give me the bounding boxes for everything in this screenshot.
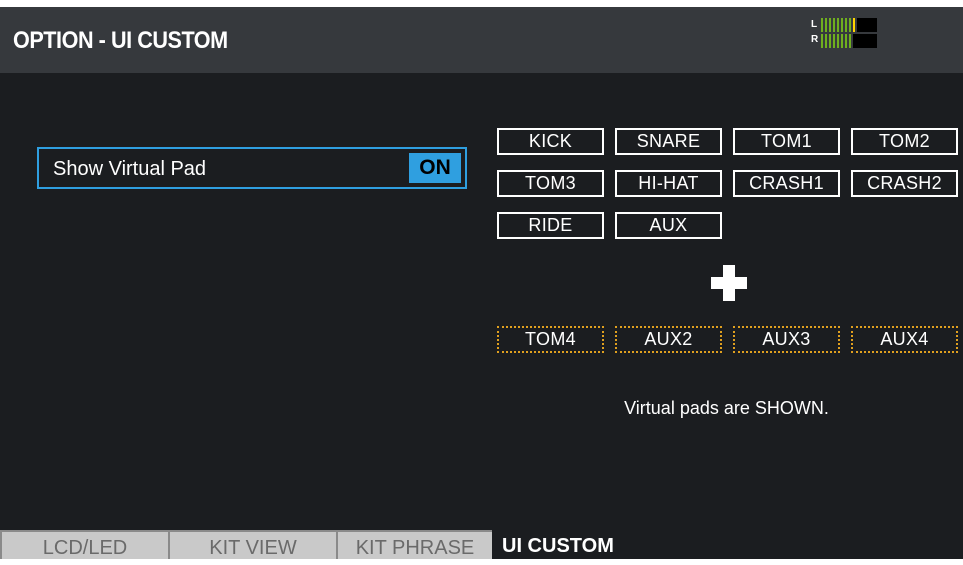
pad-kick: KICK	[497, 128, 604, 155]
tab-kit-view[interactable]: KIT VIEW	[168, 530, 336, 559]
tab-kit-phrase[interactable]: KIT PHRASE	[336, 530, 492, 559]
meter-segment	[825, 34, 827, 48]
pad-aux3: AUX3	[733, 326, 840, 353]
meter-unlit	[857, 18, 877, 32]
pad-crash2: CRASH2	[851, 170, 958, 197]
meter-segment	[853, 18, 855, 32]
show-virtual-pad-label: Show Virtual Pad	[53, 158, 207, 180]
meter-left-label: L	[811, 19, 818, 30]
pad-tom2: TOM2	[851, 128, 958, 155]
tab-bar: LCD/LED KIT VIEW KIT PHRASE UI CUSTOM	[0, 530, 963, 559]
status-message: Virtual pads are SHOWN.	[624, 398, 829, 418]
meter-segment	[821, 18, 823, 32]
level-meter-left	[821, 18, 877, 32]
pad-tom4: TOM4	[497, 326, 604, 353]
pad-aux4: AUX4	[851, 326, 958, 353]
meter-segment	[841, 34, 843, 48]
screen-background	[0, 7, 963, 559]
meter-segment	[845, 34, 847, 48]
meter-segment	[849, 18, 851, 32]
title-bar: OPTION - UI CUSTOM L R	[0, 7, 963, 73]
meter-segment	[829, 18, 831, 32]
tab-lcd-led[interactable]: LCD/LED	[0, 530, 168, 559]
meter-segment	[837, 18, 839, 32]
pad-tom1: TOM1	[733, 128, 840, 155]
meter-segment	[825, 18, 827, 32]
pad-aux2: AUX2	[615, 326, 722, 353]
pad-aux: AUX	[615, 212, 722, 239]
meter-segment	[829, 34, 831, 48]
meter-segment	[845, 18, 847, 32]
pad-crash1: CRASH1	[733, 170, 840, 197]
meter-segment	[849, 34, 851, 48]
pad-hi-hat: HI-HAT	[615, 170, 722, 197]
page-title: OPTION - UI CUSTOM	[13, 27, 228, 54]
meter-right-label: R	[811, 34, 819, 45]
meter-segment	[833, 34, 835, 48]
meter-segment	[821, 34, 823, 48]
meter-segment	[837, 34, 839, 48]
meter-unlit	[853, 34, 877, 48]
level-meter-right	[821, 34, 877, 48]
show-virtual-pad-value[interactable]: ON	[409, 153, 461, 183]
meter-segment	[833, 18, 835, 32]
tab-ui-custom[interactable]: UI CUSTOM	[502, 530, 662, 559]
pad-ride: RIDE	[497, 212, 604, 239]
show-virtual-pad-setting[interactable]: Show Virtual Pad ON	[37, 147, 467, 189]
meter-segment	[841, 18, 843, 32]
pad-tom3: TOM3	[497, 170, 604, 197]
pad-snare: SNARE	[615, 128, 722, 155]
